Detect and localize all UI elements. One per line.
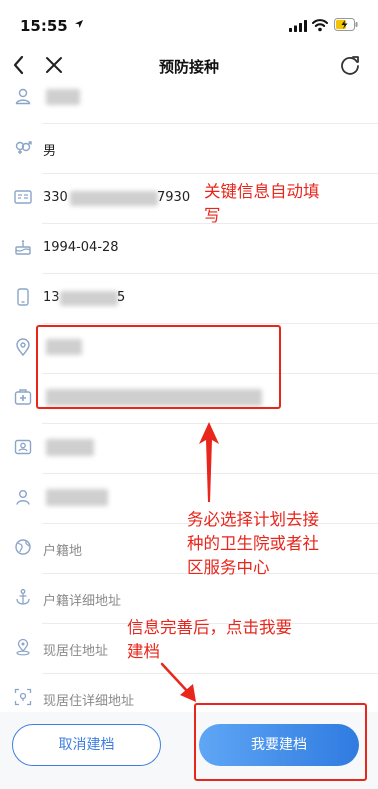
person-icon bbox=[14, 87, 32, 105]
phone-prefix: 13 bbox=[43, 290, 60, 305]
current-region-placeholder: 现居住地址 bbox=[43, 644, 109, 659]
status-time: 15:55 bbox=[20, 17, 68, 35]
form-row-birthday[interactable]: 1994-04-28 bbox=[0, 224, 378, 274]
household-region-placeholder: 户籍地 bbox=[43, 544, 83, 559]
badge-icon bbox=[14, 438, 32, 456]
phone-icon bbox=[14, 288, 32, 306]
location-pin-icon bbox=[14, 338, 32, 356]
birthday-cake-icon bbox=[14, 238, 32, 256]
phone-redacted bbox=[60, 291, 118, 306]
highlight-box-submit bbox=[194, 703, 367, 781]
name-value-redacted bbox=[46, 89, 80, 105]
anchor-icon bbox=[14, 588, 32, 606]
id-card-icon bbox=[14, 188, 32, 206]
wifi-icon bbox=[312, 19, 328, 32]
id-number-suffix: 7930 bbox=[157, 190, 191, 205]
location-arrow-icon bbox=[75, 20, 83, 28]
battery-charging-icon bbox=[334, 18, 358, 31]
highlight-box-clinic bbox=[36, 325, 281, 409]
arrow-up-icon bbox=[199, 422, 219, 502]
annotation-autofill-line1: 关键信息自动填 bbox=[204, 182, 320, 201]
form-row-id-number[interactable]: 330 7930 bbox=[0, 174, 378, 224]
current-address-placeholder: 现居住详细地址 bbox=[43, 694, 135, 709]
gender-value: 男 bbox=[43, 144, 57, 159]
id-number-redacted bbox=[70, 191, 158, 206]
annotation-complete-line2: 建档 bbox=[127, 642, 160, 661]
gender-icon bbox=[14, 138, 32, 156]
globe-icon bbox=[14, 538, 32, 556]
annotation-complete-line1: 信息完善后，点击我要 bbox=[127, 618, 292, 637]
arrow-down-right-icon bbox=[160, 662, 196, 702]
form-row-phone[interactable]: 13 5 bbox=[0, 274, 378, 324]
form-row-occupation[interactable] bbox=[0, 424, 378, 474]
annotation-autofill-line2: 写 bbox=[204, 206, 221, 225]
annotation-complete: 信息完善后，点击我要 建档 bbox=[127, 616, 292, 664]
annotation-select-clinic: 务必选择计划去接 种的卫生院或者社 区服务中心 bbox=[187, 508, 319, 580]
occupation-value-redacted bbox=[46, 439, 94, 456]
cancel-archive-button[interactable]: 取消建档 bbox=[12, 724, 161, 766]
form-row-gender[interactable]: 男 bbox=[0, 124, 378, 174]
phone-suffix: 5 bbox=[117, 290, 126, 305]
annotation-select-line1: 务必选择计划去接 bbox=[187, 510, 319, 529]
birthday-value: 1994-04-28 bbox=[43, 240, 119, 255]
contact-value-redacted bbox=[46, 489, 108, 506]
focus-icon bbox=[14, 688, 32, 706]
person-outline-icon bbox=[14, 488, 32, 506]
form-row-name[interactable] bbox=[0, 74, 378, 124]
annotation-select-line3: 区服务中心 bbox=[187, 558, 270, 577]
status-bar: 15:55 bbox=[0, 0, 378, 44]
household-address-placeholder: 户籍详细地址 bbox=[43, 594, 122, 609]
id-number-prefix: 330 bbox=[43, 190, 68, 205]
hospital-icon bbox=[14, 388, 32, 406]
map-pin-icon bbox=[14, 638, 32, 656]
annotation-select-line2: 种的卫生院或者社 bbox=[187, 534, 319, 553]
signal-icon bbox=[289, 20, 307, 32]
annotation-autofill: 关键信息自动填 写 bbox=[204, 180, 320, 228]
